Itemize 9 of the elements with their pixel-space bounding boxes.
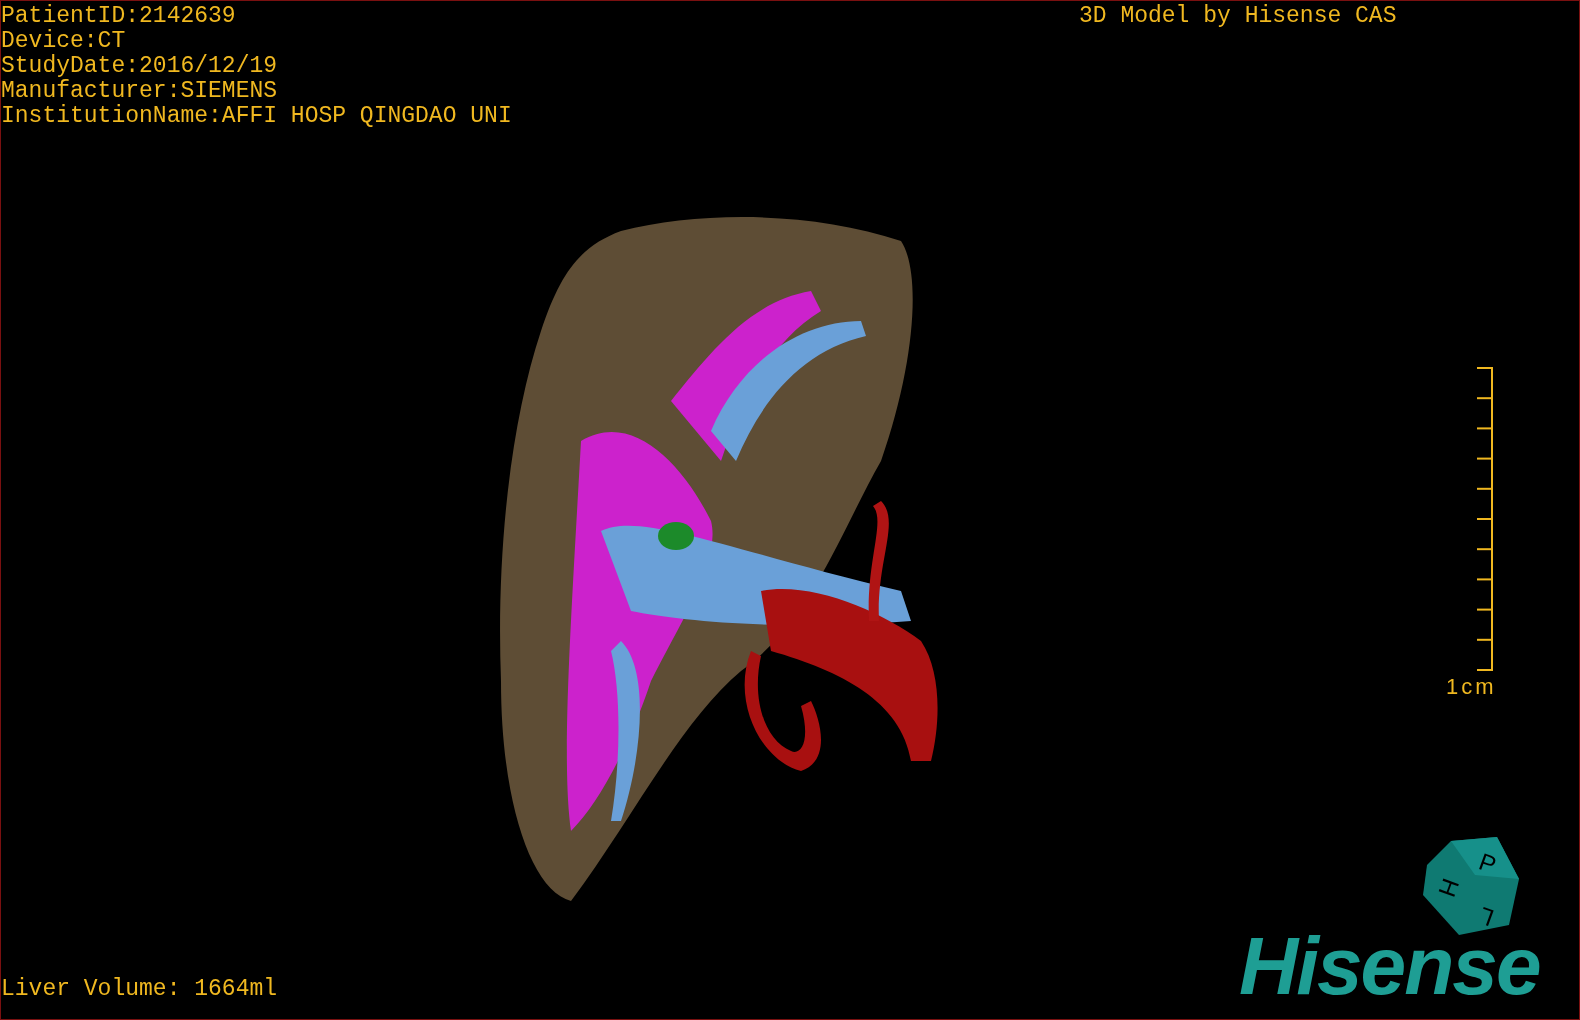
patient-info-text: InstitutionName:AFFI HOSP QINGDAO UNI bbox=[1, 104, 512, 129]
liver-volume-text: Liver Volume: 1664ml bbox=[1, 977, 278, 1002]
patient-info-text: Manufacturer:SIEMENS bbox=[1, 79, 278, 104]
viewer-title: 3D Model by Hisense CAS bbox=[1079, 4, 1397, 29]
scale-label: 1cm bbox=[1445, 675, 1497, 699]
patient-info-text: PatientID:2142639 bbox=[1, 4, 236, 29]
patient-info-text: Device:CT bbox=[1, 29, 126, 54]
patient-info-text: StudyDate:2016/12/19 bbox=[1, 54, 278, 79]
scale-bar-icon bbox=[1476, 367, 1494, 671]
